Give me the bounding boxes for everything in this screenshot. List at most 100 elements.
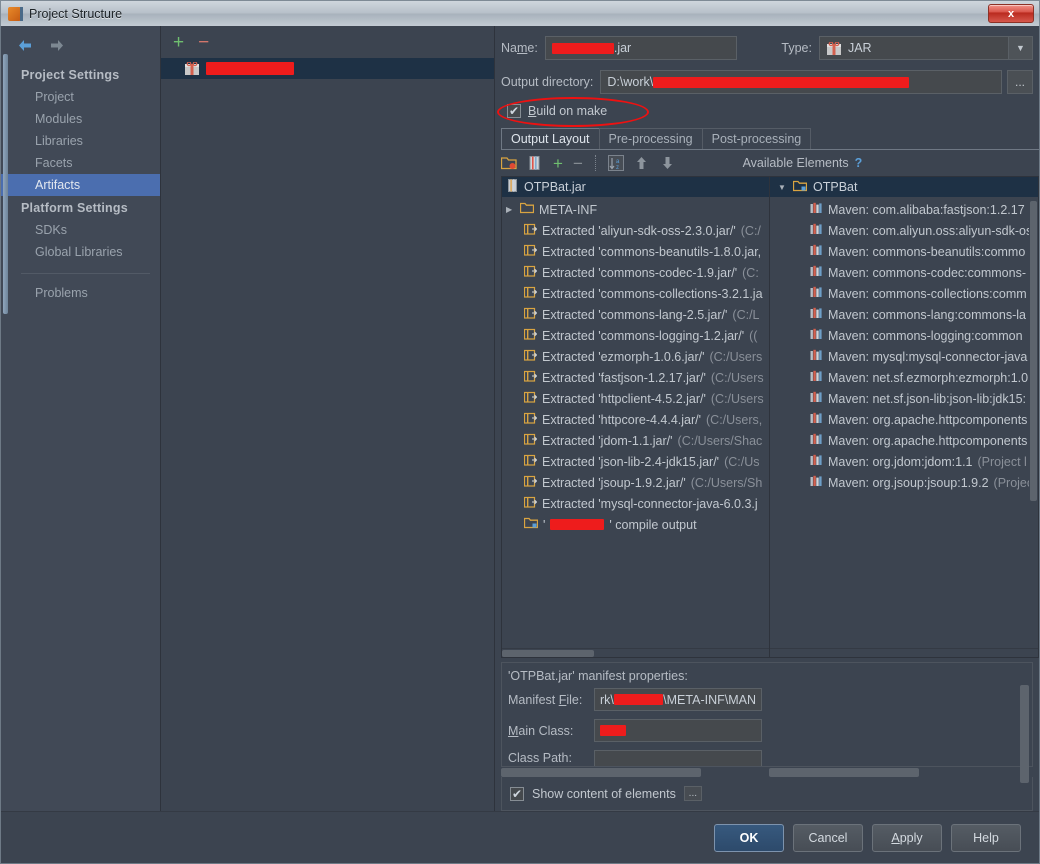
main-class-input[interactable] bbox=[594, 719, 762, 742]
sidebar-item-modules[interactable]: Modules bbox=[1, 108, 160, 130]
tree-row-label: Extracted 'jdom-1.1.jar/' bbox=[542, 433, 673, 448]
list-item[interactable]: Maven: org.apache.httpcomponents bbox=[770, 430, 1029, 451]
artifact-detail-panel: Name: .jar Type: JAR ▼ Output directory:… bbox=[495, 26, 1039, 811]
dialog-content: Project Settings Project Modules Librari… bbox=[1, 26, 1039, 811]
tree-row-compile-output[interactable]: ' ' compile output bbox=[502, 514, 769, 535]
help-button[interactable]: Help bbox=[951, 823, 1021, 852]
add-directory-icon[interactable] bbox=[501, 155, 517, 171]
minus-icon[interactable]: − bbox=[573, 155, 583, 172]
forward-arrow-icon[interactable] bbox=[48, 38, 65, 53]
tree-row[interactable]: Extracted 'mysql-connector-java-6.0.3.j bbox=[502, 493, 769, 514]
class-path-input[interactable] bbox=[594, 750, 762, 766]
tab-post-processing[interactable]: Post-processing bbox=[701, 128, 812, 149]
list-item[interactable]: Maven: commons-beanutils:commo bbox=[770, 241, 1029, 262]
tree-row[interactable]: Extracted 'commons-codec-1.9.jar/' (C: bbox=[502, 262, 769, 283]
sidebar-item-facets[interactable]: Facets bbox=[1, 152, 160, 174]
manifest-vscrollbar[interactable] bbox=[1020, 685, 1029, 783]
tree-row[interactable]: ▶ META-INF bbox=[502, 199, 769, 220]
plus-icon[interactable]: + bbox=[553, 155, 563, 172]
plus-icon[interactable]: + bbox=[173, 33, 184, 52]
list-item[interactable]: Maven: net.sf.ezmorph:ezmorph:1.0 bbox=[770, 367, 1029, 388]
list-item[interactable]: Maven: org.jdom:jdom:1.1 (Project l bbox=[770, 451, 1029, 472]
sidebar-item-artifacts[interactable]: Artifacts bbox=[1, 174, 160, 196]
cancel-button[interactable]: Cancel bbox=[793, 823, 863, 852]
tab-pre-processing[interactable]: Pre-processing bbox=[598, 128, 703, 149]
output-tree-hscrollbar[interactable] bbox=[502, 648, 769, 657]
list-item[interactable]: Maven: commons-logging:common bbox=[770, 325, 1029, 346]
chevron-right-icon[interactable]: ▶ bbox=[506, 205, 515, 214]
chevron-down-icon[interactable]: ▼ bbox=[1008, 37, 1032, 59]
move-up-icon[interactable] bbox=[634, 155, 650, 171]
name-input[interactable]: .jar bbox=[544, 36, 738, 60]
extracted-archive-icon bbox=[523, 307, 538, 322]
list-item[interactable]: Maven: commons-collections:comm bbox=[770, 283, 1029, 304]
list-item[interactable]: Maven: com.alibaba:fastjson:1.2.17( bbox=[770, 199, 1034, 220]
apply-button[interactable]: Apply bbox=[872, 823, 942, 852]
help-icon[interactable]: ? bbox=[855, 156, 863, 170]
extracted-archive-icon bbox=[523, 265, 538, 280]
output-tree-root-row[interactable]: OTPBat.jar bbox=[502, 177, 769, 197]
tree-row[interactable]: Extracted 'httpclient-4.5.2.jar/' (C:/Use… bbox=[502, 388, 769, 409]
tree-row-label: Extracted 'commons-beanutils-1.8.0.jar, bbox=[542, 244, 762, 259]
tree-row[interactable]: Extracted 'jdom-1.1.jar/' (C:/Users/Shac bbox=[502, 430, 769, 451]
tree-row-path: (C:/Users/Sh bbox=[690, 475, 763, 490]
minus-icon[interactable]: − bbox=[198, 33, 209, 52]
type-combobox[interactable]: JAR ▼ bbox=[818, 36, 1033, 60]
list-item[interactable]: Maven: com.aliyun.oss:aliyun-sdk-os bbox=[770, 220, 1032, 241]
extracted-archive-icon bbox=[523, 370, 538, 385]
tree-row[interactable]: Extracted 'ezmorph-1.0.6.jar/' (C:/Users bbox=[502, 346, 769, 367]
sidebar-item-libraries[interactable]: Libraries bbox=[1, 130, 160, 152]
show-content-checkbox[interactable]: ✔ bbox=[510, 786, 524, 801]
list-item[interactable]: Maven: commons-codec:commons- bbox=[770, 262, 1029, 283]
build-on-make-row: ✔ Build on make bbox=[497, 97, 1033, 127]
manifest-hscrollbar-left[interactable] bbox=[501, 767, 701, 777]
tree-row[interactable]: Extracted 'commons-lang-2.5.jar/' (C:/L bbox=[502, 304, 769, 325]
tree-row-label: Extracted 'commons-collections-3.2.1.ja bbox=[542, 286, 763, 301]
output-directory-row: Output directory: D:\work\ ... bbox=[501, 70, 1033, 94]
ok-button[interactable]: OK bbox=[714, 823, 784, 852]
project-structure-dialog: Project Structure x Project Settings Pro… bbox=[0, 0, 1040, 864]
list-item[interactable]: Maven: net.sf.json-lib:json-lib:jdk15: bbox=[770, 388, 1029, 409]
manifest-hscrollbar-right[interactable] bbox=[769, 767, 919, 777]
available-tree-vscrollbar[interactable] bbox=[1029, 199, 1038, 648]
list-item[interactable]: Maven: org.jsoup:jsoup:1.9.2 (Projec bbox=[770, 472, 1033, 493]
maven-library-icon bbox=[810, 328, 823, 343]
tree-row[interactable]: Extracted 'commons-logging-1.2.jar/' (( bbox=[502, 325, 769, 346]
tree-row[interactable]: Extracted 'httpcore-4.4.4.jar/' (C:/Users… bbox=[502, 409, 769, 430]
available-tree-root-row[interactable]: ▼ OTPBat bbox=[770, 177, 1038, 197]
compile-output-redacted bbox=[550, 519, 605, 530]
build-on-make-checkbox[interactable]: ✔ bbox=[507, 104, 521, 118]
sidebar-item-problems[interactable]: Problems bbox=[1, 282, 160, 304]
dialog-body: Project Settings Project Modules Librari… bbox=[0, 26, 1040, 864]
available-tree-hscrollbar[interactable] bbox=[770, 648, 1038, 657]
tree-row[interactable]: Extracted 'jsoup-1.9.2.jar/' (C:/Users/Sh bbox=[502, 472, 769, 493]
add-archive-icon[interactable] bbox=[527, 155, 543, 171]
sort-alphabetically-icon[interactable]: a z bbox=[607, 155, 624, 171]
list-item-label: Maven: commons-collections:comm bbox=[828, 286, 1027, 301]
tab-output-layout[interactable]: Output Layout bbox=[501, 128, 600, 149]
sidebar-item-global-libraries[interactable]: Global Libraries bbox=[1, 241, 160, 263]
list-item-label: Maven: org.apache.httpcomponents bbox=[828, 433, 1028, 448]
tree-row[interactable]: Extracted 'json-lib-2.4-jdk15.jar/' (C:/U… bbox=[502, 451, 769, 472]
close-icon[interactable]: x bbox=[988, 4, 1034, 23]
folder-icon bbox=[519, 202, 535, 217]
output-directory-browse-button[interactable]: ... bbox=[1007, 70, 1033, 94]
manifest-file-input[interactable]: rk\ \META-INF\MAN bbox=[594, 688, 762, 711]
sidebar-scrollbar[interactable] bbox=[3, 54, 8, 314]
list-item[interactable]: Maven: commons-lang:commons-la bbox=[770, 304, 1029, 325]
back-arrow-icon[interactable] bbox=[17, 38, 34, 53]
show-content-options-button[interactable]: ... bbox=[683, 786, 702, 801]
tree-row[interactable]: Extracted 'commons-collections-3.2.1.ja bbox=[502, 283, 769, 304]
sidebar-item-sdks[interactable]: SDKs bbox=[1, 219, 160, 241]
chevron-down-icon[interactable]: ▼ bbox=[778, 183, 787, 192]
artifacts-list-item[interactable] bbox=[161, 58, 494, 79]
sidebar-item-project[interactable]: Project bbox=[1, 86, 160, 108]
output-directory-input[interactable]: D:\work\ bbox=[600, 70, 1002, 94]
tree-row[interactable]: Extracted 'commons-beanutils-1.8.0.jar, bbox=[502, 241, 769, 262]
tree-row[interactable]: Extracted 'fastjson-1.2.17.jar/' (C:/User… bbox=[502, 367, 769, 388]
tree-row[interactable]: Extracted 'aliyun-sdk-oss-2.3.0.jar/' (C:… bbox=[502, 220, 769, 241]
move-down-icon[interactable] bbox=[660, 155, 676, 171]
list-item[interactable]: Maven: mysql:mysql-connector-java bbox=[770, 346, 1029, 367]
list-item[interactable]: Maven: org.apache.httpcomponents bbox=[770, 409, 1029, 430]
maven-library-icon bbox=[810, 412, 823, 427]
